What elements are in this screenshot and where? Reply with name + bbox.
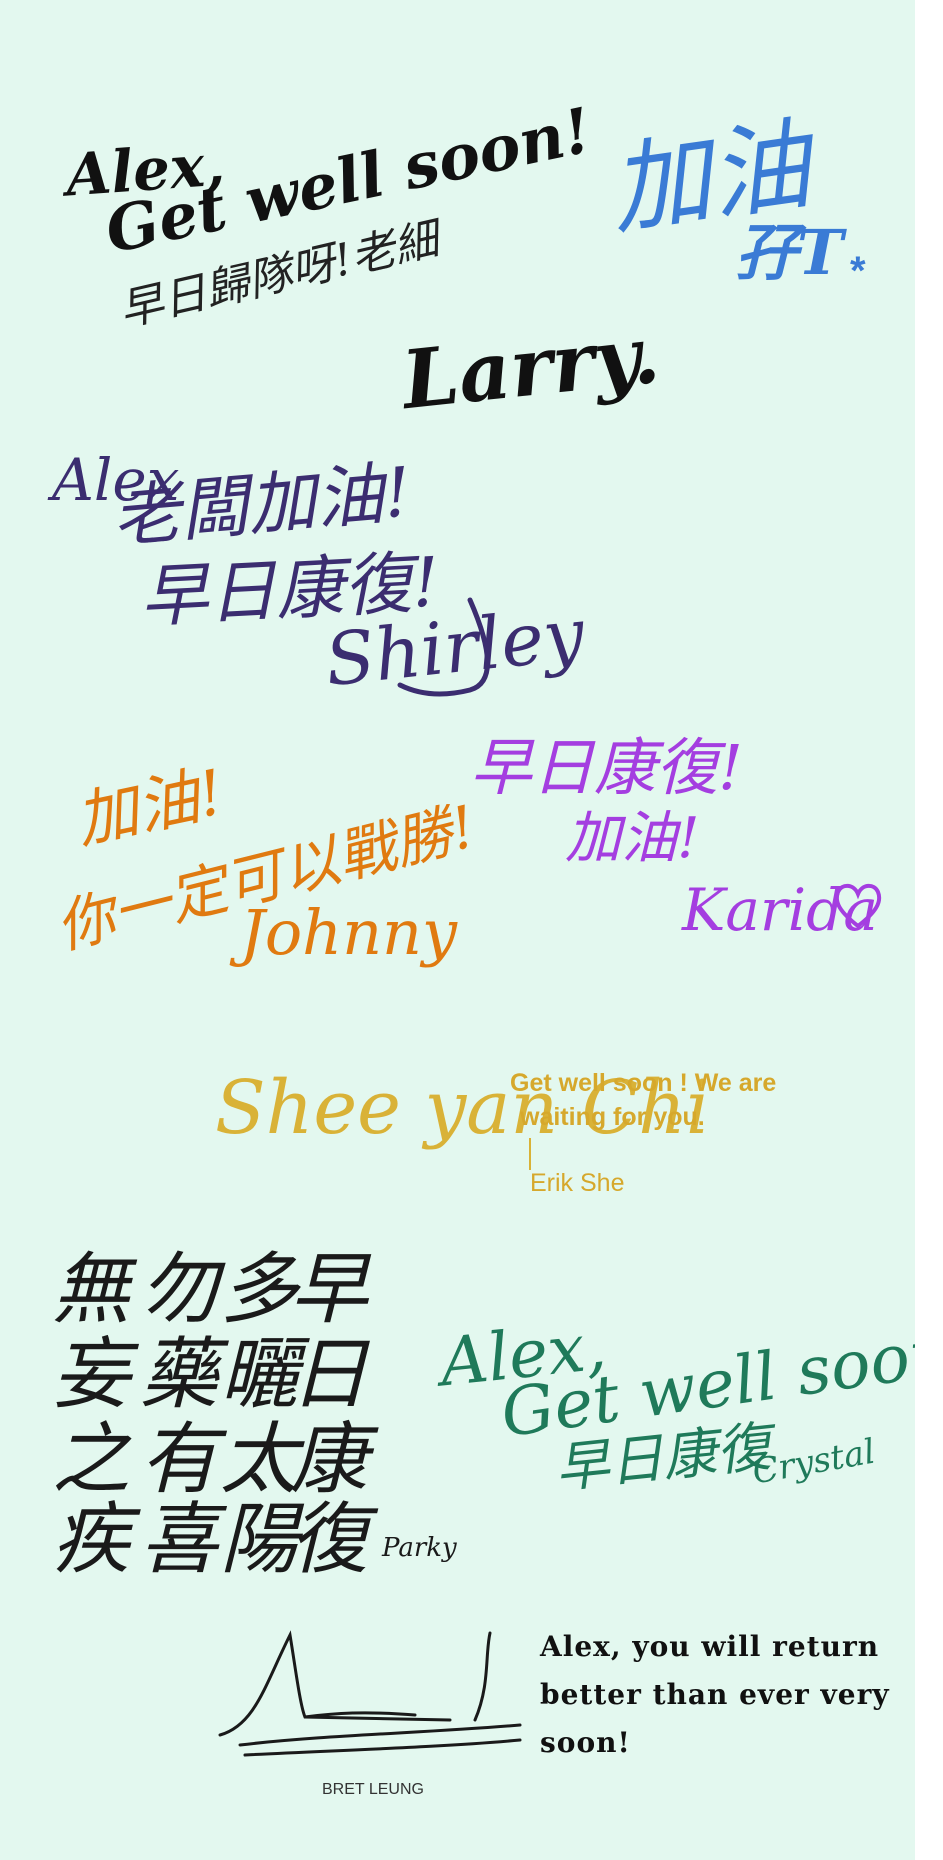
erik-message-line1: Get well soon ! We are: [510, 1069, 777, 1097]
get-well-card: Alex, Get well soon! 早日歸隊呀!老細 Larry. 加油 …: [0, 0, 915, 1860]
parky-col3-char2: 曬: [220, 1330, 299, 1420]
parky-col2-char4: 喜: [140, 1495, 219, 1585]
johnny-line1: 加油!: [69, 755, 231, 858]
parky-col2-char2: 藥: [140, 1330, 219, 1420]
karida-line2: 加油!: [565, 806, 700, 871]
bret-signature-drawing: [218, 1630, 522, 1757]
erik-name: Erik She: [530, 1169, 625, 1197]
parky-col1-char4: 疾: [52, 1495, 131, 1585]
parky-col3-char3: 太: [220, 1415, 299, 1505]
bret-message-line2: better than ever very: [540, 1678, 890, 1711]
bret-message-line3: soon!: [540, 1726, 631, 1759]
bret-message-line1: Alex, you will return: [540, 1630, 880, 1663]
parky-col4-char1: 早: [290, 1245, 369, 1335]
parky-col2-char3: 有: [140, 1415, 219, 1505]
parky-col4-char4: 復: [290, 1495, 369, 1585]
parky-col4-char3: 康: [290, 1415, 369, 1505]
karida-line1: 早日康復!: [470, 731, 743, 804]
bret-name: BRET LEUNG: [322, 1781, 424, 1798]
johnny-signature: Johnny: [240, 896, 457, 969]
parky-col1-char2: 妄: [52, 1330, 131, 1420]
parky-col3-char1: 多: [220, 1245, 299, 1335]
parky-col1-char3: 之: [52, 1415, 131, 1505]
parky-col2-char1: 勿: [140, 1245, 219, 1335]
shirley-underline: [397, 597, 490, 697]
parky-col3-char4: 陽: [220, 1495, 299, 1585]
parky-col1-char1: 無: [52, 1245, 131, 1335]
erik-divider: [529, 1138, 531, 1170]
parky-signature: Parky: [382, 1533, 457, 1563]
erik-message-line2: waiting for you.: [520, 1103, 705, 1131]
parky-col4-char2: 日: [290, 1330, 369, 1420]
heart-icon: [834, 883, 882, 929]
